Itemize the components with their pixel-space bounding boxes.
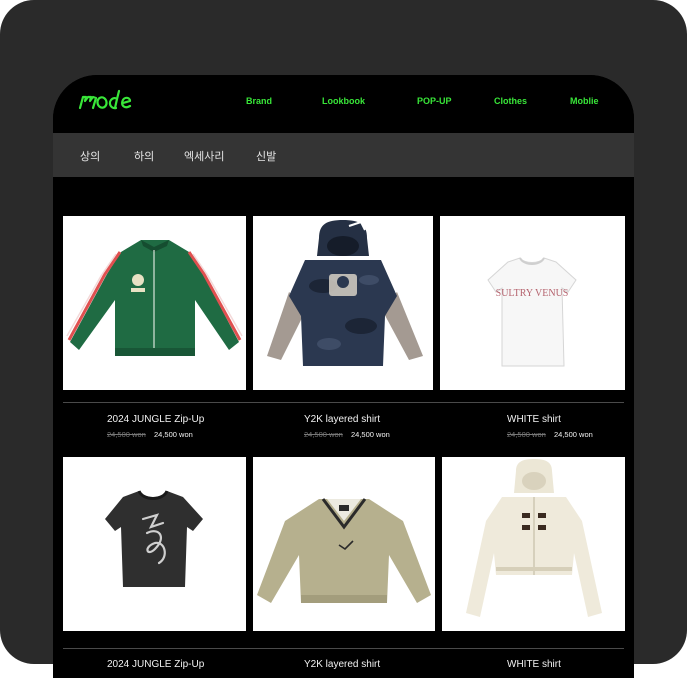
black-tee-illustration bbox=[105, 490, 203, 587]
product-name[interactable]: Y2K layered shirt bbox=[304, 414, 380, 425]
product-old-price: 24,500 won bbox=[507, 430, 546, 439]
product-price: 24,500 won bbox=[554, 430, 593, 439]
product-name[interactable]: WHITE shirt bbox=[507, 414, 561, 425]
category-bottoms[interactable]: 하의 bbox=[134, 148, 154, 164]
app-screen: Brand Lookbook POP-UP Clothes Moblie 상의 … bbox=[53, 75, 634, 678]
tshirt-illustration: SULTRY VENUS bbox=[487, 257, 577, 367]
product-price: 24,500 won bbox=[351, 430, 390, 439]
category-accessories[interactable]: 엑세사리 bbox=[184, 148, 224, 164]
nav-lookbook-link[interactable]: Lookbook bbox=[322, 96, 365, 106]
product-image-cream-knit[interactable] bbox=[442, 457, 625, 631]
jacket-illustration bbox=[66, 240, 243, 356]
pullover-illustration bbox=[257, 498, 431, 603]
product-name[interactable]: WHITE shirt bbox=[507, 659, 561, 670]
nav-brand-link[interactable]: Brand bbox=[246, 96, 272, 106]
row-divider bbox=[63, 648, 624, 649]
product-name[interactable]: 2024 JUNGLE Zip-Up bbox=[107, 659, 204, 670]
hoodie-illustration bbox=[267, 220, 423, 366]
product-image-green-track-jacket[interactable] bbox=[63, 216, 246, 390]
nav-popup-link[interactable]: POP-UP bbox=[417, 96, 452, 106]
top-navigation: Brand Lookbook POP-UP Clothes Moblie bbox=[53, 75, 634, 133]
category-bar: 상의 하의 엑세사리 신발 bbox=[53, 133, 634, 177]
product-name[interactable]: Y2K layered shirt bbox=[304, 659, 380, 670]
knit-hoodie-illustration bbox=[466, 459, 602, 617]
product-image-beige-pullover[interactable] bbox=[253, 457, 435, 631]
product-name[interactable]: 2024 JUNGLE Zip-Up bbox=[107, 414, 204, 425]
nav-mobile-link[interactable]: Moblie bbox=[570, 96, 599, 106]
product-price: 24,500 won bbox=[154, 430, 193, 439]
product-image-camo-hoodie[interactable] bbox=[253, 216, 433, 390]
category-shoes[interactable]: 신발 bbox=[256, 148, 276, 164]
category-tops[interactable]: 상의 bbox=[80, 148, 100, 164]
product-image-white-tee[interactable]: SULTRY VENUS bbox=[440, 216, 625, 390]
product-old-price: 24,500 won bbox=[304, 430, 343, 439]
brand-logo[interactable] bbox=[77, 88, 133, 112]
tee-print-text: SULTRY VENUS bbox=[496, 288, 569, 299]
nav-clothes-link[interactable]: Clothes bbox=[494, 96, 527, 106]
row-divider bbox=[63, 402, 624, 403]
product-image-black-tee[interactable] bbox=[63, 457, 246, 631]
product-old-price: 24,500 won bbox=[107, 430, 146, 439]
